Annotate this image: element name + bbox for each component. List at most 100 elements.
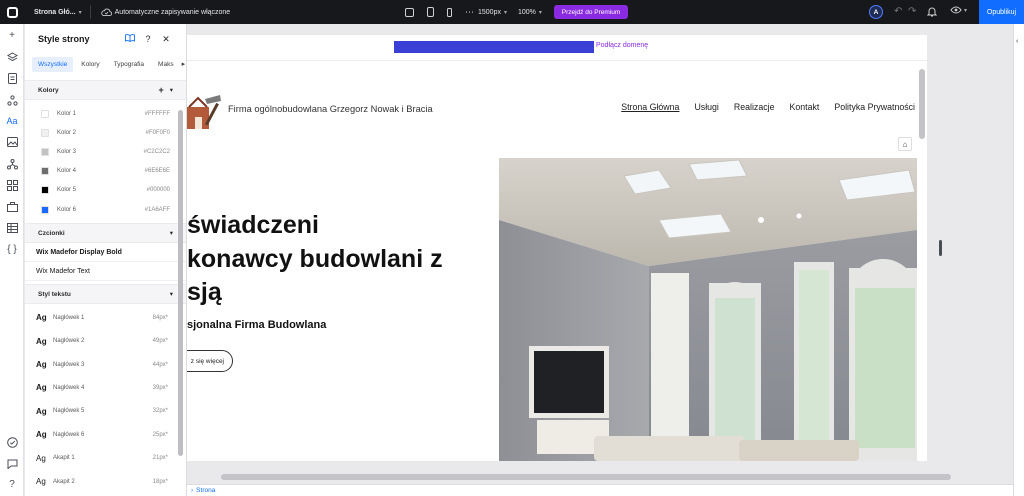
avatar[interactable]: A	[869, 5, 883, 19]
site-preview[interactable]: Firma ogólnobudowlana Grzegorz Nowak i B…	[187, 61, 927, 461]
color-row[interactable]: Kolor 5 #000000	[25, 181, 186, 200]
text-style-row[interactable]: Ag Akapit 1 21px*	[25, 446, 186, 469]
color-row[interactable]: Kolor 3 #C2C2C2	[25, 142, 186, 161]
color-row[interactable]: Kolor 2 #F0F0F0	[25, 123, 186, 142]
learn-more-button[interactable]: z się więcej	[187, 350, 233, 372]
more-dots-icon[interactable]: ⋯	[465, 7, 475, 18]
mobile-icon[interactable]	[447, 7, 452, 17]
color-swatch	[41, 109, 49, 118]
font-row[interactable]: Wix Madefor Display Bold	[25, 243, 186, 263]
text-style-sample: Ag	[36, 477, 46, 487]
help-icon[interactable]: ?	[141, 34, 155, 44]
color-hex: #000000	[146, 187, 170, 194]
close-icon[interactable]: ✕	[159, 34, 173, 45]
tab-colors[interactable]: Kolory	[75, 57, 105, 72]
color-row[interactable]: Kolor 6 #1A6AFF	[25, 200, 186, 219]
text-style-row[interactable]: Ag Akapit 2 18px*	[25, 470, 186, 493]
cms-table-icon[interactable]	[6, 222, 18, 234]
site-styles-icon[interactable]: Aa	[0, 111, 24, 131]
tab-typography[interactable]: Typografia	[108, 57, 150, 72]
nav-item-contact[interactable]: Kontakt	[789, 102, 819, 112]
font-row[interactable]: Wix Madefor Text	[25, 262, 186, 282]
chevron-down-icon[interactable]: ▾	[170, 86, 173, 94]
hero-heading-line[interactable]: świadczeni	[187, 211, 319, 240]
site-brand-name[interactable]: Firma ogólnobudowlana Grzegorz Nowak i B…	[228, 104, 433, 114]
undo-icon[interactable]: ↶	[894, 6, 902, 17]
app-market-icon[interactable]	[6, 179, 18, 191]
text-style-row[interactable]: Ag Nagłówek 5 32px*	[25, 400, 186, 423]
breadcrumb: › Strona	[187, 484, 1013, 496]
preview-button[interactable]: ▾	[950, 6, 967, 14]
nav-item-home[interactable]: Strona Główna	[621, 102, 679, 112]
hero-interior-image[interactable]	[499, 158, 917, 461]
media-icon[interactable]	[6, 136, 18, 148]
redo-icon[interactable]: ↷	[908, 6, 916, 17]
nav-item-projects[interactable]: Realizacje	[734, 102, 775, 112]
text-style-label: Akapit 1	[53, 455, 75, 462]
chevron-right-icon[interactable]: ▸	[182, 60, 186, 68]
color-hex: #F0F0F0	[145, 129, 170, 136]
text-style-row[interactable]: Ag Nagłówek 6 25px*	[25, 423, 186, 446]
add-elements-icon[interactable]: +	[6, 29, 18, 41]
chevron-right-icon: ›	[191, 487, 194, 494]
add-color-icon[interactable]: +	[158, 85, 163, 95]
text-style-label: Nagłówek 6	[53, 431, 85, 438]
site-scrollbar[interactable]	[919, 69, 925, 139]
text-style-size: 49px*	[152, 338, 168, 345]
layers-icon[interactable]	[6, 51, 18, 63]
text-style-row[interactable]: Ag Nagłówek 3 44px*	[25, 353, 186, 376]
breadcrumb-item[interactable]: Strona	[196, 487, 215, 494]
desktop-icon[interactable]	[405, 7, 414, 17]
colors-section-header[interactable]: Kolory + ▾	[25, 80, 186, 100]
tab-all[interactable]: Wszystkie	[32, 56, 74, 72]
pages-icon[interactable]	[6, 72, 18, 84]
right-collapse-strip[interactable]: ‹	[1013, 24, 1024, 496]
chevron-down-icon[interactable]: ▾	[170, 229, 173, 237]
chat-icon[interactable]	[6, 458, 18, 470]
apps-network-icon[interactable]	[6, 158, 18, 170]
chevron-left-icon[interactable]: ‹	[1016, 38, 1018, 45]
site-selector[interactable]: Strona Głó... ▾	[34, 9, 82, 16]
hero-subtitle[interactable]: sjonalna Firma Budowlana	[187, 319, 326, 331]
text-style-row[interactable]: Ag Nagłówek 4 39px*	[25, 376, 186, 399]
cloud-check-icon	[100, 8, 112, 16]
canvas-horizontal-scrollbar[interactable]	[221, 474, 951, 480]
construction-logo-icon	[187, 95, 221, 129]
text-style-sample: Ag	[36, 430, 47, 440]
resize-handle[interactable]	[939, 240, 942, 256]
width-selector[interactable]: 1500px ▾	[478, 0, 507, 24]
nav-item-privacy[interactable]: Polityka Prywatności	[834, 102, 915, 112]
connect-domain-link[interactable]: Podłącz domenę	[596, 42, 648, 49]
hero-heading-line[interactable]: konawcy budowlani z	[187, 245, 443, 274]
text-style-row[interactable]: Ag Nagłówek 1 84px*	[25, 306, 186, 329]
fonts-section-header[interactable]: Czcionki ▾	[25, 223, 186, 244]
premium-button[interactable]: Przejdź do Premium	[554, 5, 628, 19]
bell-icon[interactable]	[927, 6, 937, 17]
domain-banner: Podłącz domenę	[187, 35, 927, 61]
publish-button[interactable]: Opublikuj	[979, 0, 1024, 24]
business-icon[interactable]	[6, 201, 18, 213]
color-label: Kolor 1	[57, 110, 77, 117]
nav-item-services[interactable]: Usługi	[694, 102, 718, 112]
text-style-row[interactable]: Ag Nagłówek 2 49px*	[25, 330, 186, 353]
hero-heading-line[interactable]: sją	[187, 278, 222, 307]
wix-logo-icon[interactable]	[0, 0, 24, 24]
code-icon[interactable]: { }	[6, 243, 18, 255]
tablet-icon[interactable]	[427, 7, 434, 17]
panel-scrollbar[interactable]	[178, 110, 183, 456]
home-icon[interactable]: ⌂	[898, 137, 912, 151]
learn-book-icon[interactable]	[123, 34, 137, 44]
text-styles-section-header[interactable]: Styl tekstu ▾	[25, 284, 186, 305]
zoom-selector[interactable]: 100% ▾	[518, 0, 542, 24]
site-menu-icon[interactable]	[6, 94, 18, 106]
color-row[interactable]: Kolor 4 #6E6E6E	[25, 162, 186, 181]
color-label: Kolor 4	[57, 168, 77, 175]
text-style-label: Nagłówek 5	[53, 408, 85, 415]
fonts-section-title: Czcionki	[38, 229, 65, 237]
chevron-down-icon[interactable]: ▾	[170, 290, 173, 298]
checklist-icon[interactable]	[6, 436, 18, 448]
help-icon[interactable]: ?	[6, 478, 18, 490]
editor-canvas: Podłącz domenę Firma ogólnobudowlana Grz…	[187, 24, 1013, 484]
tab-more[interactable]: Maks	[152, 57, 180, 72]
color-row[interactable]: Kolor 1 #FFFFFF	[25, 104, 186, 123]
